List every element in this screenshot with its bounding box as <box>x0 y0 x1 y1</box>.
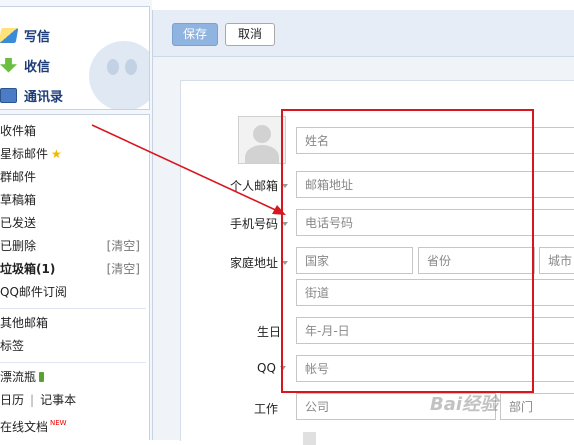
folder-list: 收件箱 星标邮件 ★ 群邮件 草稿箱 已发送 已删除 [清空] 垃圾箱(1) [清空]… <box>0 114 150 440</box>
province-input[interactable] <box>419 248 534 273</box>
star-icon: ★ <box>51 147 62 161</box>
phone-input[interactable] <box>297 210 574 235</box>
folder-starred[interactable]: 星标邮件 ★ <box>0 144 146 164</box>
phone-label[interactable]: 手机号码 <box>230 215 289 232</box>
phone-field[interactable] <box>296 209 574 236</box>
phone-label-text: 手机号码 <box>230 217 279 231</box>
folder-sent-label: 已发送 <box>0 216 37 230</box>
address-label-text: 家庭地址 <box>230 256 279 270</box>
caret-down-icon <box>282 184 289 188</box>
city-input[interactable] <box>540 248 574 273</box>
calendar-notepad-row: 日历 | 记事本 <box>0 390 146 410</box>
name-field[interactable] <box>296 127 574 154</box>
left-sidebar: 写信 收信 通讯录 收件箱 星标邮件 ★ 群邮件 草稿箱 已发送 已删除 [清空] … <box>0 0 152 440</box>
folder-inbox[interactable]: 收件箱 <box>0 121 146 141</box>
avatar-placeholder-icon[interactable] <box>238 116 286 164</box>
add-field-icon[interactable] <box>303 432 316 445</box>
birthday-field[interactable] <box>296 317 574 344</box>
folder-spam[interactable]: 垃圾箱(1) [清空] <box>0 259 146 279</box>
folder-divider <box>0 308 146 309</box>
folder-group[interactable]: 群邮件 <box>0 167 146 187</box>
folder-starred-label: 星标邮件 <box>0 147 49 161</box>
pencil-icon <box>0 27 19 43</box>
clear-deleted-link[interactable]: [清空] <box>107 236 140 256</box>
address-book-icon <box>0 87 17 103</box>
street-field[interactable] <box>296 279 574 306</box>
toolbar: 保存 取消 <box>153 10 574 57</box>
email-input[interactable] <box>297 172 574 197</box>
write-mail-link[interactable]: 写信 <box>0 23 50 47</box>
contacts-label: 通讯录 <box>24 89 64 105</box>
save-button[interactable]: 保存 <box>172 23 218 46</box>
notepad-link[interactable]: 记事本 <box>40 393 76 407</box>
folder-other-mailboxes-label: 其他邮箱 <box>0 316 49 330</box>
address-label[interactable]: 家庭地址 <box>230 254 289 271</box>
folder-inbox-label: 收件箱 <box>0 124 37 138</box>
divider-pipe: | <box>30 393 35 407</box>
qq-input[interactable] <box>297 356 574 381</box>
folder-deleted-label: 已删除 <box>0 239 37 253</box>
folder-tags-label: 标签 <box>0 339 25 353</box>
qq-field[interactable] <box>296 355 574 382</box>
work-label: 工作 <box>254 402 279 416</box>
contacts-link[interactable]: 通讯录 <box>0 83 63 107</box>
write-mail-label: 写信 <box>24 29 51 45</box>
online-docs-label: 在线文档 <box>0 420 49 434</box>
country-input[interactable] <box>297 248 412 273</box>
clear-spam-link[interactable]: [清空] <box>107 259 140 279</box>
birthday-input[interactable] <box>297 318 574 343</box>
caret-down-icon <box>282 261 289 265</box>
drift-bottle-label: 漂流瓶 <box>0 370 37 384</box>
department-field[interactable] <box>500 393 574 420</box>
drift-bottle-link[interactable]: 漂流瓶 <box>0 367 146 387</box>
folder-deleted[interactable]: 已删除 [清空] <box>0 236 146 256</box>
online-docs-link[interactable]: 在线文档 NEW <box>0 413 146 434</box>
street-input[interactable] <box>297 280 574 305</box>
folder-spam-label: 垃圾箱(1) <box>0 262 56 276</box>
province-field[interactable] <box>418 247 535 274</box>
email-label[interactable]: 个人邮箱 <box>230 177 289 194</box>
folder-qq-subscription-label: QQ邮件订阅 <box>0 285 67 299</box>
download-icon <box>0 57 17 73</box>
folder-group-label: 群邮件 <box>0 170 37 184</box>
country-field[interactable] <box>296 247 413 274</box>
qq-label-text: QQ <box>257 361 276 375</box>
folder-drafts-label: 草稿箱 <box>0 193 37 207</box>
birthday-label: 生日 <box>257 325 282 339</box>
name-input[interactable] <box>297 128 574 153</box>
folder-tags[interactable]: 标签 <box>0 336 146 356</box>
folder-other-mailboxes[interactable]: 其他邮箱 <box>0 313 146 333</box>
company-input[interactable] <box>297 394 495 419</box>
bottle-icon <box>39 372 45 382</box>
quick-actions-panel: 写信 收信 通讯录 <box>0 6 150 110</box>
qq-label[interactable]: QQ <box>257 361 286 375</box>
company-field[interactable] <box>296 393 496 420</box>
qq-mascot-icon <box>89 41 149 109</box>
folder-sent[interactable]: 已发送 <box>0 213 146 233</box>
caret-down-icon <box>282 222 289 226</box>
caret-down-icon <box>279 366 286 370</box>
folder-drafts[interactable]: 草稿箱 <box>0 190 146 210</box>
receive-mail-link[interactable]: 收信 <box>0 53 50 77</box>
department-input[interactable] <box>501 394 574 419</box>
cancel-button[interactable]: 取消 <box>225 23 275 46</box>
receive-mail-label: 收信 <box>24 59 51 75</box>
email-label-text: 个人邮箱 <box>230 179 279 193</box>
city-field[interactable] <box>539 247 574 274</box>
calendar-link[interactable]: 日历 <box>0 393 24 407</box>
email-field[interactable] <box>296 171 574 198</box>
new-badge: NEW <box>50 419 67 427</box>
folder-qq-subscription[interactable]: QQ邮件订阅 <box>0 282 146 302</box>
folder-divider <box>0 362 146 363</box>
